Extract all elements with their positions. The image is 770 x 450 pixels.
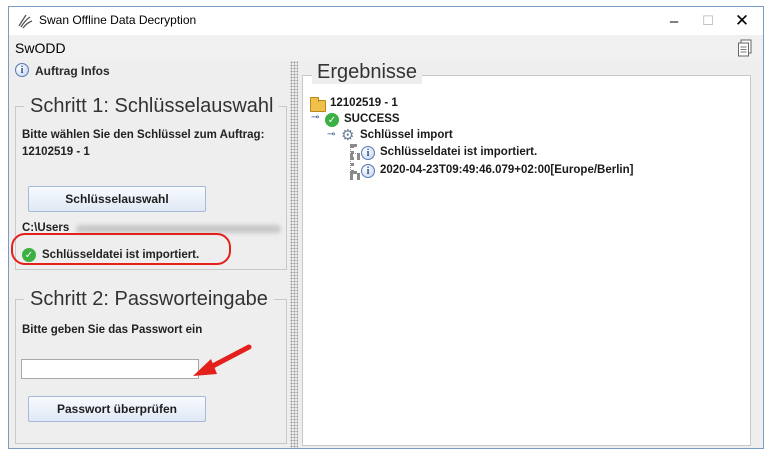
status-highlight-circle [11, 233, 231, 265]
document-icon[interactable] [737, 39, 753, 57]
info-icon: i [361, 164, 375, 178]
step2-title: Schritt 2: Passworteingabe [24, 288, 274, 311]
minimize-button[interactable]: – [657, 9, 691, 33]
app-name: SwODD [15, 40, 66, 56]
maximize-icon: ☐ [702, 13, 714, 28]
info-icon: i [15, 63, 29, 77]
info-icon: i [361, 146, 375, 160]
check-icon: ✓ [325, 113, 339, 127]
results-panel: Ergebnisse 12102519 - 1 ⊸ ✓ SUCCESS ⊸ ⚙ … [300, 61, 763, 448]
window-title: Swan Offline Data Decryption [39, 13, 197, 27]
app-header: SwODD [9, 35, 763, 61]
tree-connector [350, 153, 360, 157]
gear-icon: ⚙ [341, 127, 355, 144]
check-password-button[interactable]: Passwort überprüfen [28, 396, 206, 422]
swan-app-icon [18, 14, 33, 29]
key-select-button[interactable]: Schlüsselauswahl [28, 186, 206, 212]
step1-instruction: Bitte wählen Sie den Schlüssel zum Auftr… [22, 129, 265, 141]
auftrag-infos-label: Auftrag Infos [35, 64, 110, 78]
step2-instruction: Bitte geben Sie das Passwort ein [22, 324, 203, 336]
arrow-annotation [193, 344, 252, 376]
tree-item[interactable]: Schlüsseldatei ist importiert. [380, 146, 537, 158]
results-title: Ergebnisse [312, 61, 423, 84]
tree-connector [350, 144, 354, 174]
maximize-button[interactable]: ☐ [691, 9, 725, 33]
tree-root[interactable]: 12102519 - 1 [330, 97, 398, 109]
tree-expand-icon[interactable]: ⊸ [311, 112, 319, 123]
main-content: i Auftrag Infos Schritt 1: Schlüsselausw… [9, 61, 763, 448]
minimize-icon: – [669, 12, 679, 30]
tree-section[interactable]: Schlüssel import [360, 129, 453, 141]
redacted-path [76, 225, 281, 233]
app-window: Swan Offline Data Decryption – ☐ ✕ SwODD… [8, 6, 764, 449]
tree-expand-icon[interactable]: ⊸ [327, 129, 335, 140]
folder-icon [310, 97, 326, 112]
tree-status[interactable]: SUCCESS [344, 113, 400, 125]
panel-splitter[interactable] [290, 61, 298, 448]
tree-connector [350, 173, 360, 177]
step1-title: Schritt 1: Schlüsselauswahl [24, 95, 280, 118]
left-panel: i Auftrag Infos Schritt 1: Schlüsselausw… [9, 61, 290, 448]
order-number: 12102519 - 1 [22, 146, 90, 158]
password-input[interactable] [21, 359, 199, 379]
close-icon: ✕ [734, 11, 750, 30]
title-bar: Swan Offline Data Decryption – ☐ ✕ [9, 7, 763, 35]
tree-item[interactable]: 2020-04-23T09:49:46.079+02:00[Europe/Ber… [380, 164, 633, 176]
close-button[interactable]: ✕ [725, 9, 759, 33]
